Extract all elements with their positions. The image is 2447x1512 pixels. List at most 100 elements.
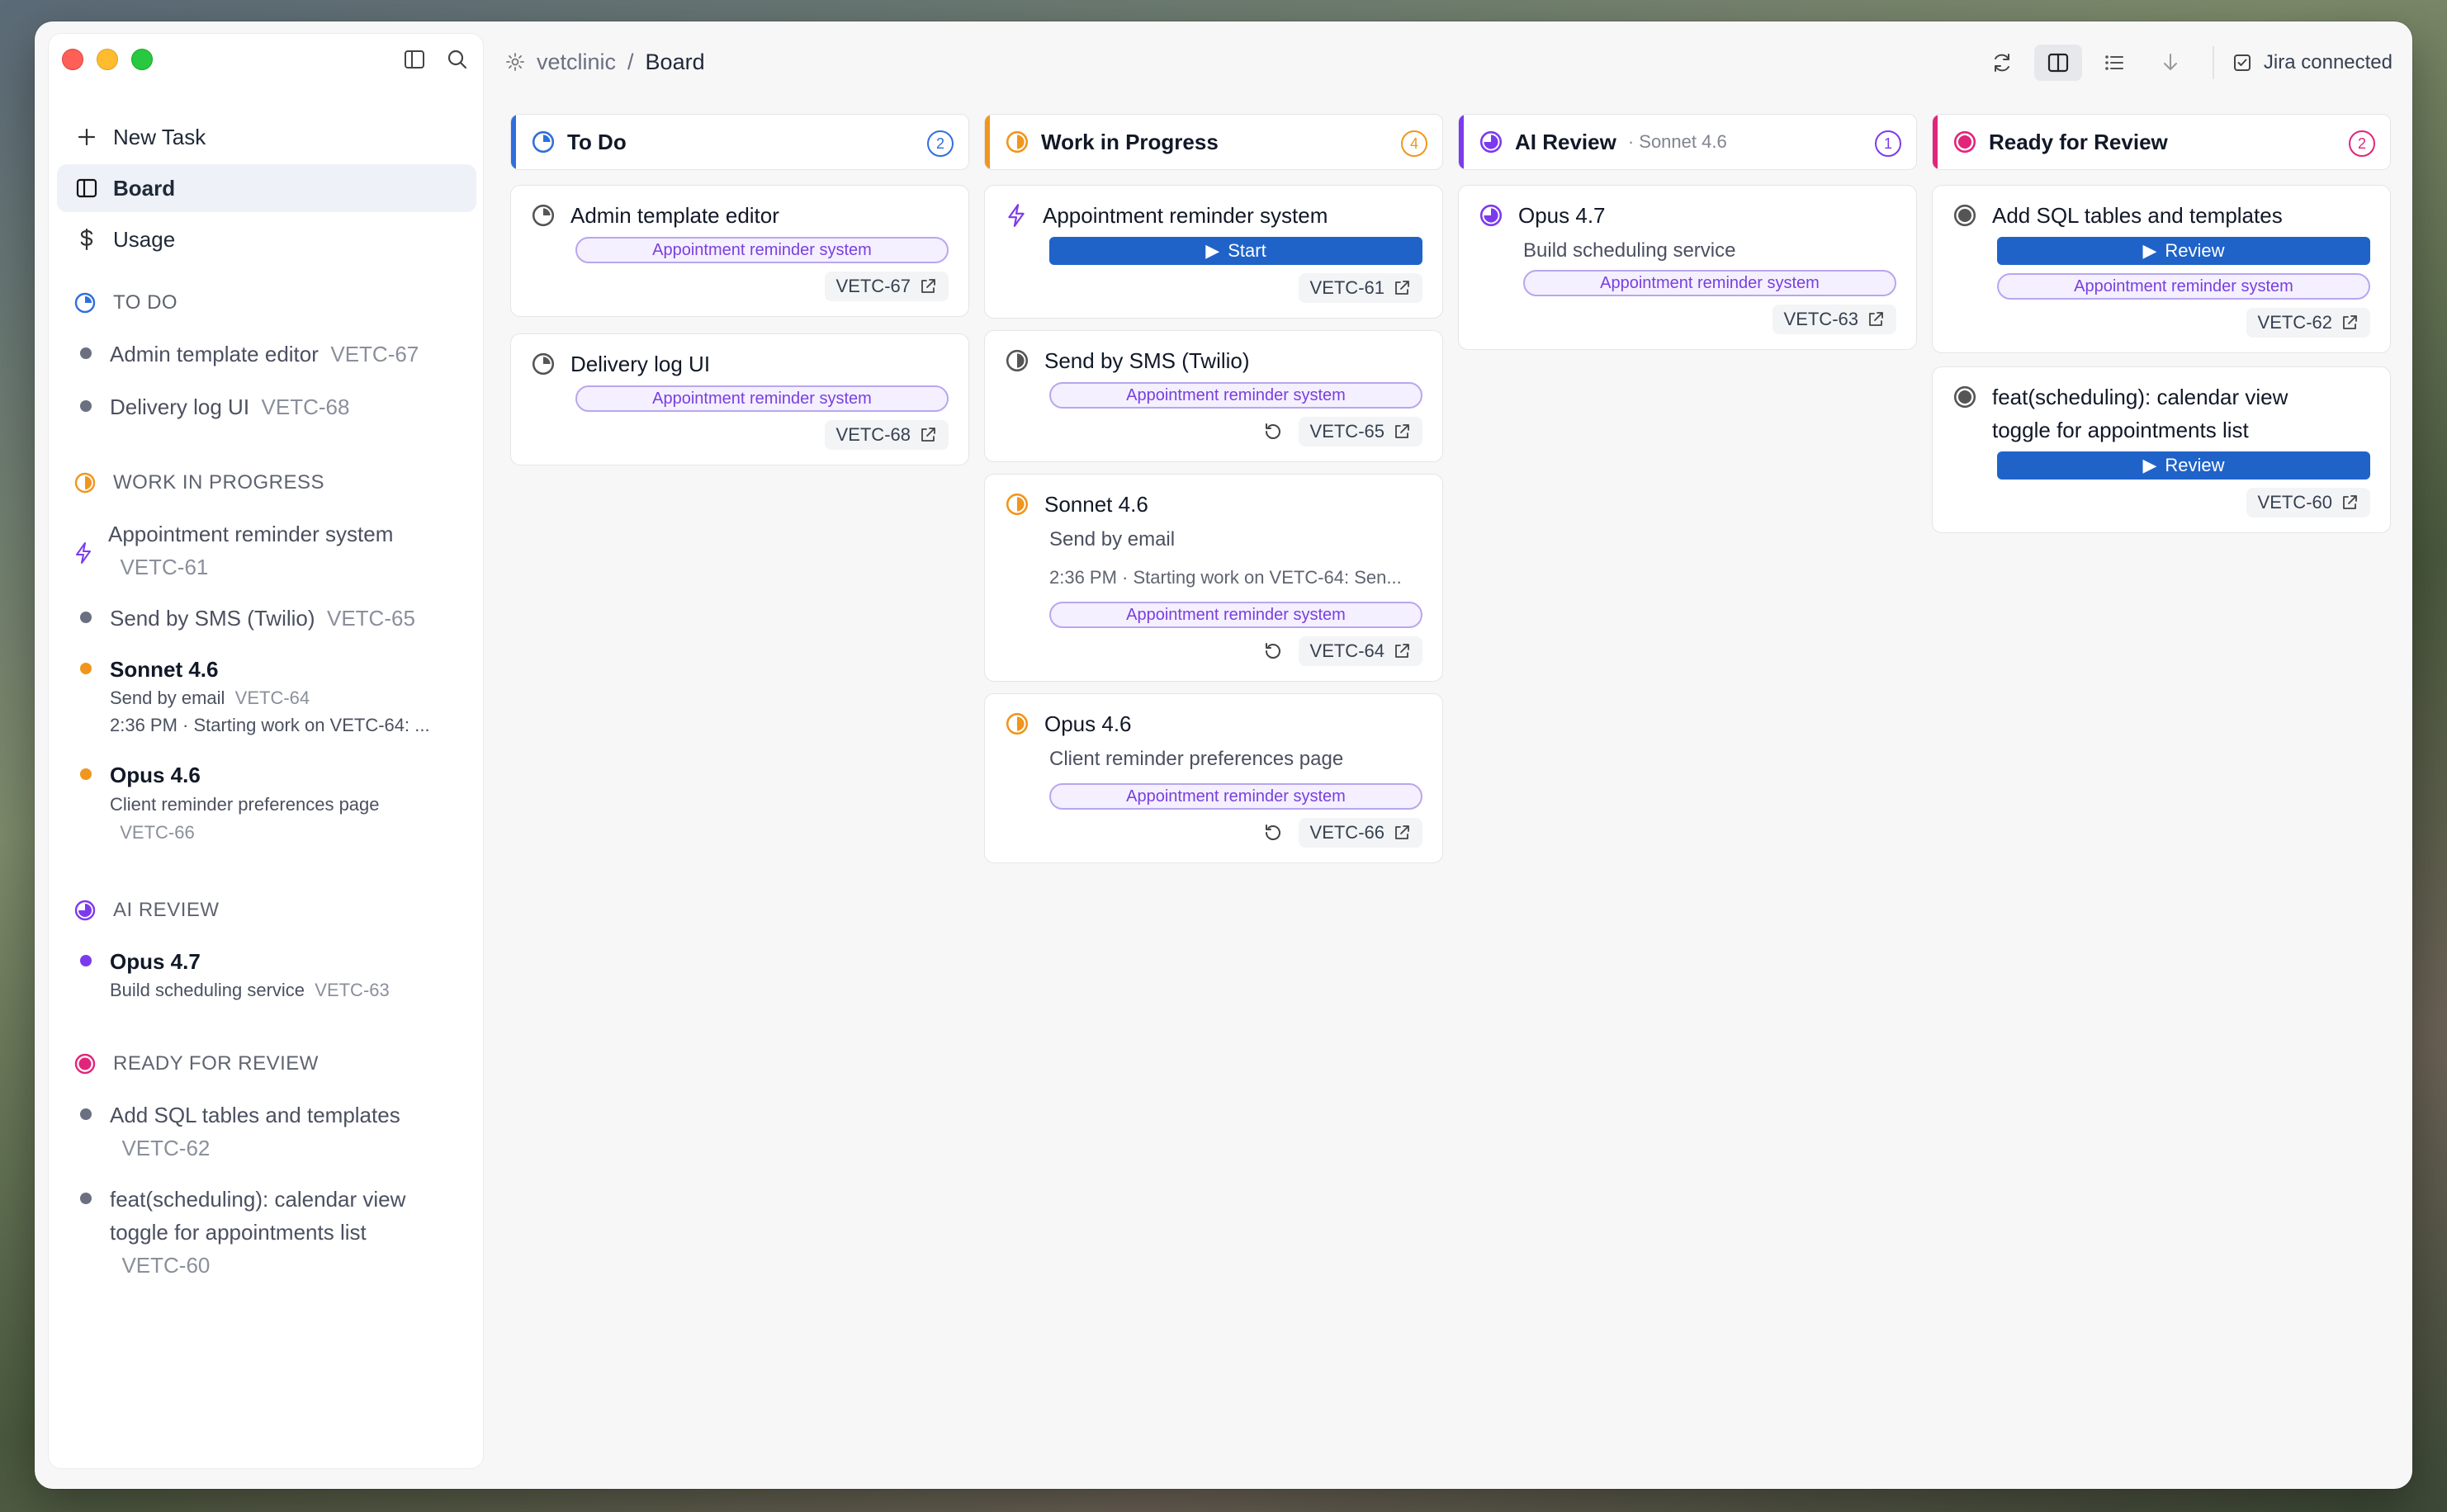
task-card[interactable]: Send by SMS (Twilio) Appointment reminde… [984, 330, 1443, 462]
sidebar-agent-item[interactable]: Sonnet 4.6 Send by email VETC-64 2:36 PM… [73, 653, 470, 740]
agent-card[interactable]: Opus 4.6 Client reminder preferences pag… [984, 693, 1443, 863]
issue-key-link[interactable]: VETC-67 [824, 272, 949, 301]
ready-status-icon [73, 1052, 97, 1075]
task-title: Appointment reminder system [108, 522, 394, 546]
epic-tag[interactable]: Appointment reminder system [1049, 602, 1422, 628]
column-title: AI Review [1515, 129, 1616, 154]
wip-status-icon [1005, 492, 1029, 517]
issue-key-link[interactable]: VETC-60 [2246, 488, 2370, 517]
sidebar-agent-item[interactable]: Opus 4.6 Client reminder preferences pag… [73, 758, 470, 848]
task-key: VETC-61 [120, 555, 209, 579]
external-link-icon [919, 426, 937, 444]
epic-tag[interactable]: Appointment reminder system [575, 385, 949, 412]
issue-key-link[interactable]: VETC-61 [1298, 273, 1422, 303]
start-button[interactable]: ▶ Start [1049, 237, 1422, 265]
card-title: Appointment reminder system [1043, 203, 1328, 228]
epic-tag[interactable]: Appointment reminder system [1049, 382, 1422, 409]
review-button[interactable]: ▶ Review [1997, 451, 2370, 480]
wip-status-icon [1005, 711, 1029, 736]
sidebar-task-item[interactable]: Admin template editor VETC-67 [73, 338, 470, 371]
dollar-icon [75, 228, 98, 251]
issue-key: VETC-67 [835, 276, 911, 296]
board-column-ai-review: AI Review · Sonnet 4.6 1 Opus 4.7 Build … [1458, 114, 1917, 350]
issue-key: VETC-63 [1783, 309, 1858, 329]
search-icon[interactable] [443, 45, 471, 73]
sidebar-item-board[interactable]: Board [57, 164, 476, 212]
status-dot [80, 612, 92, 623]
issue-key: VETC-61 [1309, 277, 1384, 298]
issue-key-link[interactable]: VETC-68 [824, 420, 949, 450]
retry-icon[interactable] [1262, 822, 1284, 843]
status-dot [80, 768, 92, 780]
task-card[interactable]: Add SQL tables and templates ▶ Review App… [1932, 185, 2391, 353]
sidebar-task-item[interactable]: Add SQL tables and templates VETC-62 [73, 1099, 470, 1165]
issue-key: VETC-65 [1309, 421, 1384, 442]
issue-key-link[interactable]: VETC-63 [1772, 305, 1896, 334]
clock-status-icon [531, 203, 556, 228]
agent-name: Opus 4.6 [110, 763, 201, 787]
minimize-window-button[interactable] [97, 49, 118, 70]
breadcrumb-workspace[interactable]: vetclinic [537, 50, 616, 75]
arrow-down-icon[interactable] [2146, 45, 2194, 81]
play-icon: ▶ [1205, 240, 1220, 261]
jira-status[interactable]: Jira connected [2232, 51, 2393, 74]
epic-tag[interactable]: Appointment reminder system [1523, 270, 1896, 296]
new-task-button[interactable]: New Task [57, 113, 476, 161]
issue-key: VETC-64 [1309, 640, 1384, 661]
gear-icon[interactable] [505, 52, 525, 72]
status-dot [80, 1108, 92, 1120]
sidebar-agent-item[interactable]: Opus 4.7 Build scheduling service VETC-6… [73, 945, 470, 1003]
epic-tag[interactable]: Appointment reminder system [1049, 783, 1422, 810]
sidebar-section-todo: TO DO Admin template editor VETC-67 Deli… [73, 286, 470, 423]
zoom-window-button[interactable] [131, 49, 153, 70]
section-header: READY FOR REVIEW [73, 1047, 470, 1080]
issue-key: VETC-60 [2257, 492, 2332, 513]
issue-key-link[interactable]: VETC-62 [2246, 308, 2370, 338]
review-button[interactable]: ▶ Review [1997, 237, 2370, 265]
lightning-icon [1005, 203, 1028, 228]
column-count-badge: 4 [1401, 130, 1427, 157]
section-title: AI REVIEW [113, 899, 220, 921]
column-title: Ready for Review [1989, 129, 2168, 154]
nav-label: Usage [113, 226, 176, 252]
list-view-icon[interactable] [2090, 45, 2138, 81]
card-title: feat(scheduling): calendar view [1992, 385, 2288, 409]
column-accent [1459, 115, 1464, 169]
sidebar-section-ai-review: AI REVIEW Opus 4.7 Build scheduling serv… [73, 894, 470, 1003]
ready-status-icon [1952, 130, 1977, 154]
retry-icon[interactable] [1262, 421, 1284, 442]
epic-tag[interactable]: Appointment reminder system [1997, 273, 2370, 300]
close-window-button[interactable] [62, 49, 83, 70]
issue-key-link[interactable]: VETC-66 [1298, 818, 1422, 848]
retry-icon[interactable] [1262, 640, 1284, 662]
column-accent [511, 115, 516, 169]
agent-card[interactable]: Opus 4.7 Build scheduling service Appoin… [1458, 185, 1917, 350]
sidebar-task-item[interactable]: Send by SMS (Twilio) VETC-65 [73, 602, 470, 635]
breadcrumb-page: Board [645, 49, 705, 74]
toggle-sidebar-icon[interactable] [400, 45, 428, 73]
issue-key-link[interactable]: VETC-65 [1298, 417, 1422, 447]
task-key: VETC-67 [330, 342, 419, 366]
task-card[interactable]: feat(scheduling): calendar view toggle fo… [1932, 366, 2391, 533]
lightning-icon [73, 522, 93, 584]
agent-name: Opus 4.7 [1518, 203, 1606, 228]
sidebar-task-item[interactable]: feat(scheduling): calendar view toggle fo… [73, 1183, 470, 1282]
agent-log: 2:36 PM · Starting work on VETC-64: ... [110, 715, 430, 735]
section-title: READY FOR REVIEW [113, 1052, 319, 1075]
task-key: VETC-68 [261, 395, 350, 419]
app-window: New Task Board Usage TO DO Admin templat… [35, 21, 2412, 1489]
sidebar-task-item[interactable]: Delivery log UI VETC-68 [73, 390, 470, 423]
card-subtitle: Client reminder preferences page [1049, 748, 1344, 770]
sidebar-task-item[interactable]: Appointment reminder system VETC-61 [73, 517, 470, 584]
sidebar-item-usage[interactable]: Usage [57, 215, 476, 263]
agent-card[interactable]: Sonnet 4.6 Send by email 2:36 PM · Start… [984, 474, 1443, 682]
task-card[interactable]: Appointment reminder system ▶ Start VETC-… [984, 185, 1443, 319]
task-card[interactable]: Admin template editor Appointment remind… [510, 185, 969, 317]
refresh-icon[interactable] [1978, 45, 2026, 81]
todo-status-icon [531, 130, 556, 154]
epic-tag[interactable]: Appointment reminder system [575, 237, 949, 263]
issue-key-link[interactable]: VETC-64 [1298, 636, 1422, 666]
play-icon: ▶ [2142, 240, 2157, 261]
board-view-icon[interactable] [2033, 45, 2082, 81]
task-card[interactable]: Delivery log UI Appointment reminder sys… [510, 333, 969, 465]
